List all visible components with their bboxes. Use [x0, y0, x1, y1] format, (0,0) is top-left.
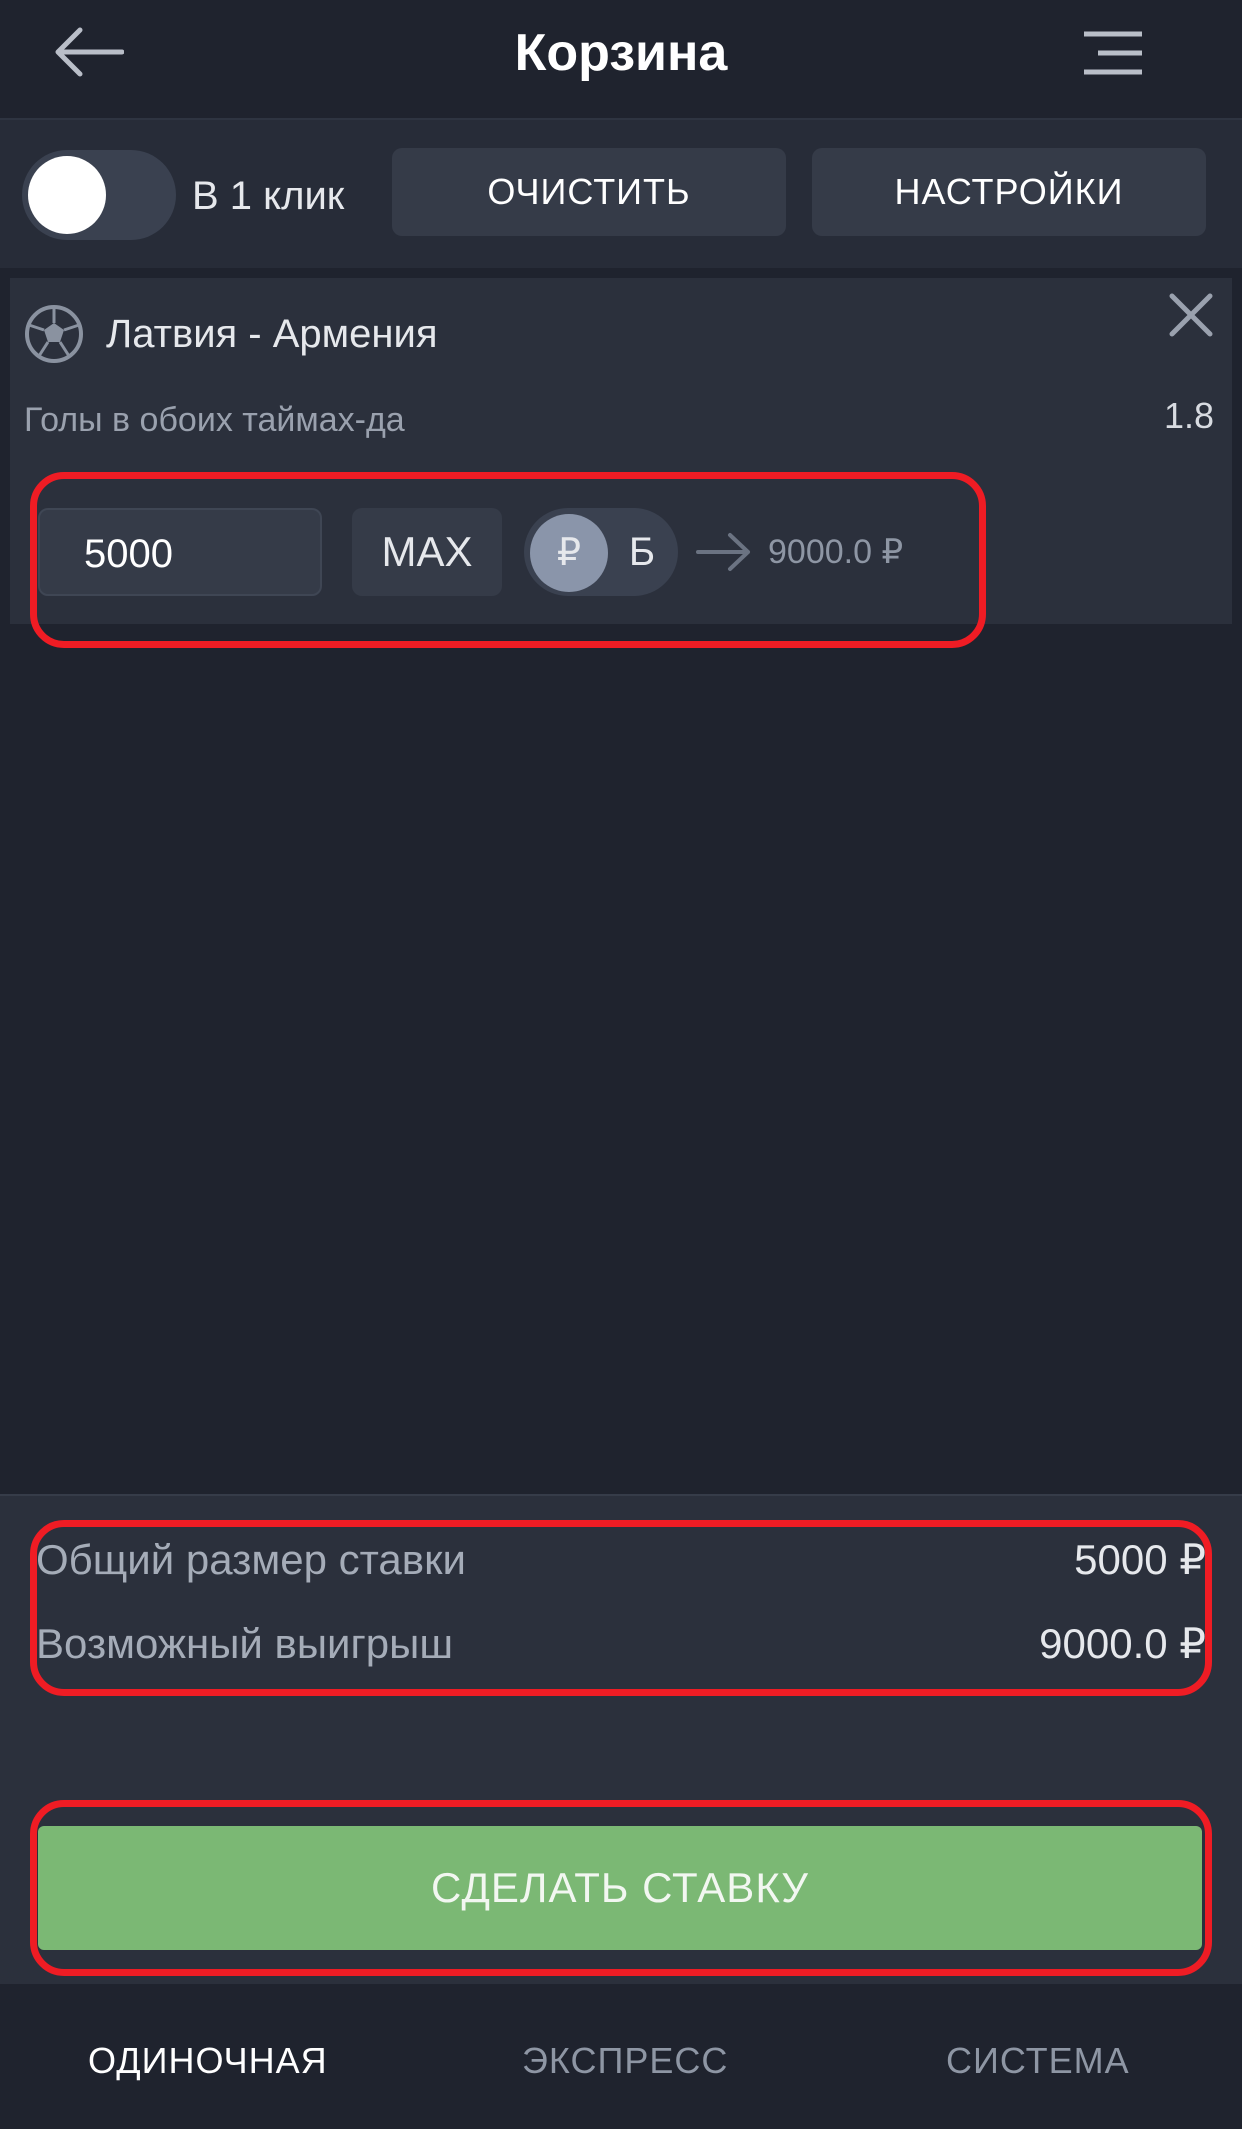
odds-value: 1.8 [1163, 395, 1214, 436]
page-title: Корзина [514, 24, 728, 82]
highlight-place-bet [30, 1800, 1212, 1976]
hamburger-menu-icon[interactable] [1084, 30, 1142, 76]
close-icon[interactable] [1166, 290, 1216, 340]
highlight-summary [30, 1520, 1212, 1696]
settings-button[interactable]: НАСТРОЙКИ [812, 148, 1206, 236]
bet-type-tabs: ОДИНОЧНАЯ ЭКСПРЕСС СИСТЕМА [0, 1984, 1242, 2129]
app-header: Корзина [0, 0, 1242, 120]
highlight-stake-row [30, 472, 986, 648]
event-title: Латвия - Армения [106, 312, 438, 356]
tab-system[interactable]: СИСТЕМА [946, 2036, 1130, 2086]
toggle-knob [28, 156, 106, 234]
one-click-toggle[interactable] [22, 150, 176, 240]
one-click-label: В 1 клик [192, 174, 345, 218]
tab-express[interactable]: ЭКСПРЕСС [522, 2036, 728, 2086]
clear-button[interactable]: ОЧИСТИТЬ [392, 148, 786, 236]
market-label: Голы в обоих таймах-да [24, 401, 405, 439]
basket-toolbar: В 1 клик ОЧИСТИТЬ НАСТРОЙКИ [0, 120, 1242, 268]
tab-single[interactable]: ОДИНОЧНАЯ [88, 2036, 328, 2086]
soccer-ball-icon [25, 305, 83, 363]
